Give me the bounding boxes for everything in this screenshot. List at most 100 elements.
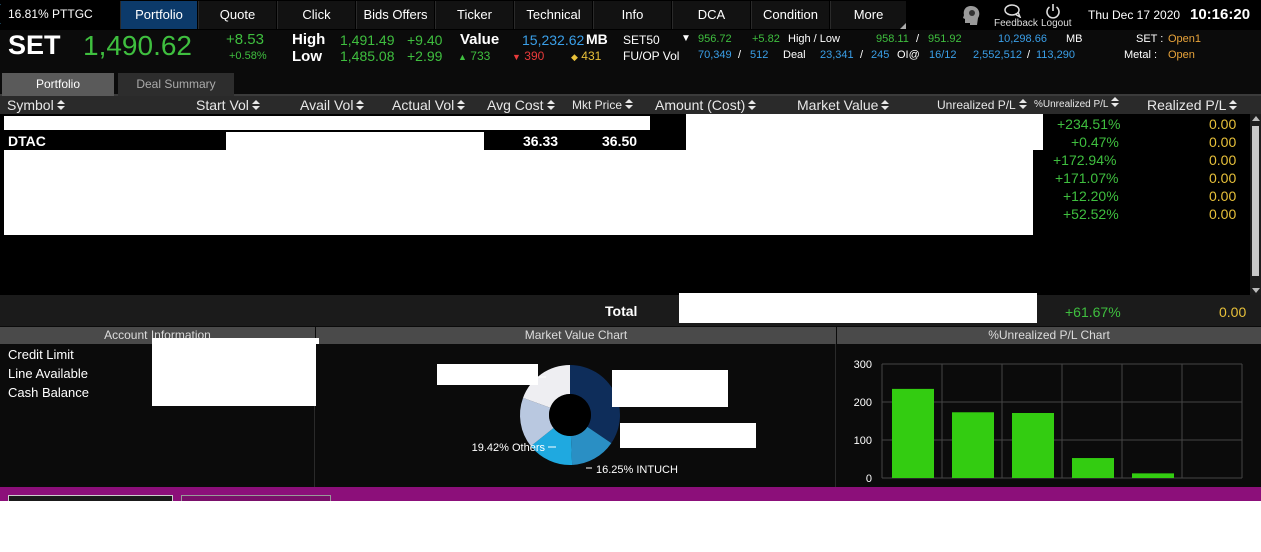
- index-high-change: +9.40: [407, 32, 443, 48]
- set50-low: 951.92: [928, 33, 962, 45]
- value-amount: 15,232.62: [522, 32, 585, 48]
- pct-unrealized-cell: +172.94%: [1053, 152, 1117, 168]
- unrealized-pl-chart-panel: 0 100 200 300: [837, 344, 1261, 488]
- index-name: SET: [8, 30, 61, 60]
- low-label: Low: [292, 48, 322, 65]
- avg-cost-cell: 36.33: [523, 133, 559, 149]
- col-amount-cost[interactable]: Amount (Cost): [655, 96, 757, 114]
- redacted-block: [612, 370, 728, 407]
- symbol-cell: DTAC: [8, 133, 46, 149]
- set-status-label: SET :: [1136, 33, 1164, 45]
- index-high: 1,491.49: [340, 32, 395, 48]
- nav-tab-click[interactable]: Click: [277, 1, 355, 29]
- set50-value-traded: 10,298.66: [998, 33, 1047, 45]
- index-change: +8.53: [226, 31, 264, 48]
- market-index-bar: SET 1,490.62 +8.53 +0.58% High Low 1,491…: [0, 30, 1261, 66]
- redacted-block: [226, 132, 484, 150]
- deal-label: Deal: [783, 49, 806, 61]
- redacted-block: [152, 338, 319, 406]
- deal-1: 23,341: [820, 49, 854, 61]
- redacted-block: [620, 423, 756, 448]
- index-value: 1,490.62: [83, 30, 192, 61]
- fuop-vol-2: 512: [750, 49, 769, 61]
- pct-unrealized-cell: +171.07%: [1055, 170, 1119, 186]
- redacted-block: [4, 116, 650, 130]
- fuop-vol-1: 70,349: [698, 49, 732, 61]
- nav-tab-portfolio[interactable]: Portfolio: [120, 1, 197, 29]
- pct-unrealized-cell: +52.52%: [1063, 206, 1119, 222]
- portfolio-table-body: +234.51% 0.00 DTAC 36.33 36.50 +0.47% 0.…: [0, 114, 1261, 295]
- mkt-price-cell: 36.50: [602, 133, 638, 149]
- y-tick-label: 100: [854, 435, 872, 447]
- user-profile-icon[interactable]: [960, 4, 982, 26]
- table-scrollbar[interactable]: [1250, 114, 1261, 295]
- realized-cell: 0.00: [1209, 188, 1237, 204]
- logout-label[interactable]: Logout: [1041, 18, 1072, 29]
- metal-status: Open: [1168, 49, 1195, 61]
- set50-value: 956.72: [698, 33, 732, 45]
- nav-tab-ticker[interactable]: Ticker: [435, 1, 513, 29]
- portfolio-table-header: Symbol Start Vol Avail Vol Actual Vol Av…: [0, 96, 1261, 114]
- scroll-thumb[interactable]: [1252, 126, 1259, 276]
- sort-icon: [1018, 99, 1027, 110]
- sort-icon: [1229, 100, 1238, 111]
- scroll-down-icon[interactable]: [1252, 288, 1260, 293]
- nav-tab-condition[interactable]: Condition: [751, 1, 829, 29]
- cash-balance-label: Cash Balance: [8, 385, 89, 400]
- metal-status-label: Metal :: [1124, 49, 1158, 61]
- logout-icon[interactable]: [1045, 3, 1061, 19]
- high-low-label: High / Low: [788, 33, 840, 45]
- value-label: Value: [460, 31, 500, 48]
- realized-cell: 0.00: [1209, 152, 1237, 168]
- col-avail-vol[interactable]: Avail Vol: [300, 96, 365, 114]
- sort-icon: [748, 100, 757, 111]
- col-unrealized-pl[interactable]: Unrealized P/L: [937, 96, 1027, 114]
- sort-icon: [546, 100, 555, 111]
- oi-value-2: 113,290: [1036, 49, 1075, 61]
- fuop-label: FU/OP Vol: [623, 49, 680, 63]
- high-label: High: [292, 31, 326, 48]
- nav-tab-more[interactable]: More: [830, 1, 906, 29]
- col-start-vol[interactable]: Start Vol: [196, 96, 260, 114]
- feedback-label[interactable]: Feedback: [994, 18, 1038, 29]
- unchanged-count: ◆ 431: [571, 49, 602, 63]
- market-value-chart-panel: 19.42% Others 16.25% INTUCH: [316, 344, 836, 488]
- scroll-up-icon[interactable]: [1252, 116, 1260, 121]
- set50-value-unit: MB: [1066, 33, 1083, 45]
- set-status: Open1: [1168, 33, 1202, 45]
- bar: [952, 412, 994, 478]
- nav-tab-bids-offers[interactable]: Bids Offers: [356, 1, 434, 29]
- index-selector-chevron-icon[interactable]: ▼: [681, 33, 691, 44]
- advance-count: ▲ 733: [458, 49, 491, 63]
- col-actual-vol[interactable]: Actual Vol: [392, 96, 466, 114]
- col-symbol[interactable]: Symbol: [7, 96, 65, 114]
- tab-deal-summary[interactable]: Deal Summary: [118, 73, 234, 96]
- tab-portfolio[interactable]: Portfolio: [2, 73, 114, 96]
- market-value-chart-header: Market Value Chart: [316, 327, 836, 344]
- nav-tab-info[interactable]: Info: [593, 1, 671, 29]
- oi-value-1: 2,552,512: [973, 49, 1022, 61]
- col-pct-unrealized-pl[interactable]: %Unrealized P/L: [1034, 96, 1120, 114]
- status-bar: [0, 487, 1261, 501]
- total-realized: 0.00: [1219, 304, 1247, 320]
- total-row: Total +61.67% 0.00: [0, 293, 1261, 326]
- feedback-icon[interactable]: [1003, 4, 1023, 18]
- running-ticker[interactable]: 16.81% PTTGC: [0, 0, 132, 28]
- bar: [892, 388, 934, 478]
- nav-tab-dca[interactable]: DCA: [672, 1, 750, 29]
- nav-tab-quote[interactable]: Quote: [198, 1, 276, 29]
- decline-count: ▼ 390: [512, 49, 545, 63]
- pie-label-intuch: 16.25% INTUCH: [596, 464, 678, 476]
- bar: [1012, 412, 1054, 478]
- current-date: Thu Dec 17 2020: [1088, 8, 1181, 22]
- col-market-value[interactable]: Market Value: [797, 96, 890, 114]
- sort-icon: [625, 99, 634, 110]
- pct-unrealized-cell: +234.51%: [1057, 116, 1121, 132]
- col-avg-cost[interactable]: Avg Cost: [487, 96, 555, 114]
- current-time: 10:16:20: [1190, 6, 1251, 23]
- redacted-block: [437, 364, 538, 385]
- pct-unrealized-cell: +0.47%: [1071, 134, 1119, 150]
- col-mkt-price[interactable]: Mkt Price: [572, 96, 634, 114]
- nav-tab-technical[interactable]: Technical: [514, 1, 592, 29]
- col-realized-pl[interactable]: Realized P/L: [1147, 96, 1238, 114]
